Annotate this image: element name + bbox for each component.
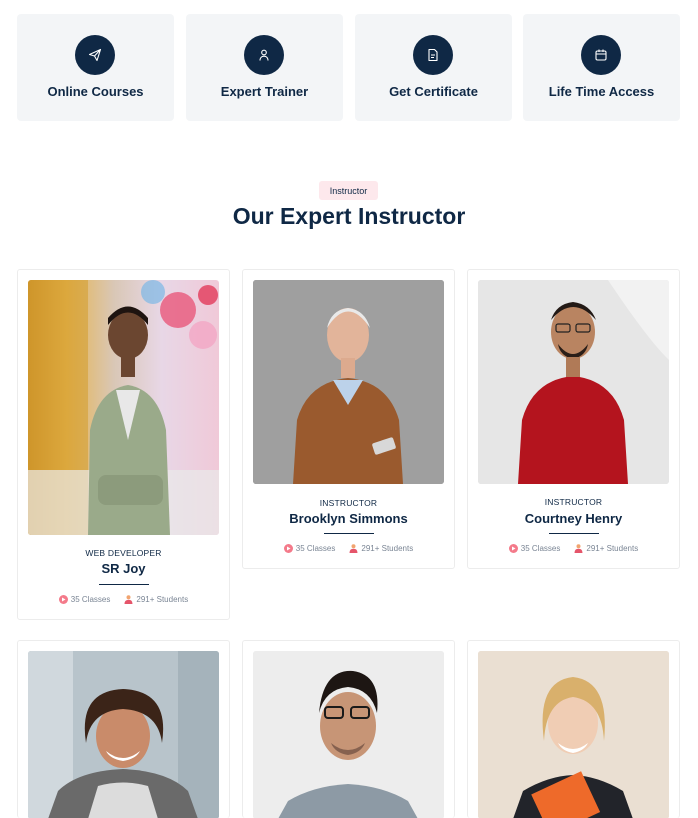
paper-plane-icon	[75, 35, 115, 75]
feature-online-courses[interactable]: Online Courses	[17, 14, 174, 121]
instructor-card[interactable]: INSTRUCTOR Brooklyn Simmons 35 Classes 2…	[242, 269, 455, 569]
student-icon	[349, 544, 358, 553]
classes-count: 35 Classes	[520, 544, 561, 553]
students-count: 291+ Students	[361, 544, 414, 553]
feature-label: Life Time Access	[548, 84, 655, 99]
instructor-stats: 35 Classes 291+ Students	[468, 544, 679, 553]
user-icon	[244, 35, 284, 75]
instructor-stats: 35 Classes 291+ Students	[243, 544, 454, 553]
student-icon	[574, 544, 583, 553]
instructor-card[interactable]: WEB DEVELOPER SR Joy 35 Classes 291+ Stu…	[17, 269, 230, 620]
name-divider	[549, 533, 599, 534]
instructor-photo	[478, 651, 669, 818]
section-badge: Instructor	[319, 181, 378, 200]
feature-label: Get Certificate	[389, 84, 478, 99]
student-icon	[124, 595, 133, 604]
instructor-role: WEB DEVELOPER	[85, 548, 162, 558]
name-divider	[99, 584, 149, 585]
feature-label: Online Courses	[47, 84, 144, 99]
instructor-photo	[28, 280, 219, 535]
instructor-role: INSTRUCTOR	[544, 497, 603, 507]
instructor-card[interactable]: INSTRUCTOR Courtney Henry 35 Classes 291…	[467, 269, 680, 569]
instructor-role: INSTRUCTOR	[319, 498, 378, 508]
feature-label: Expert Trainer	[220, 84, 309, 99]
calendar-icon	[581, 35, 621, 75]
classes-stat: 35 Classes	[283, 544, 336, 553]
instructor-photo	[253, 280, 444, 484]
classes-count: 35 Classes	[70, 595, 111, 604]
instructor-photo	[478, 280, 669, 484]
instructor-card[interactable]	[467, 640, 680, 818]
classes-stat: 35 Classes	[58, 595, 111, 604]
instructor-stats: 35 Classes 291+ Students	[18, 595, 229, 604]
feature-get-certificate[interactable]: Get Certificate	[355, 14, 512, 121]
play-icon	[283, 544, 293, 553]
play-icon	[58, 595, 68, 604]
students-stat: 291+ Students	[124, 595, 188, 604]
instructor-photo	[253, 651, 444, 818]
instructor-name[interactable]: Courtney Henry	[468, 511, 679, 526]
students-stat: 291+ Students	[349, 544, 413, 553]
instructor-card[interactable]	[242, 640, 455, 818]
feature-life-time-access[interactable]: Life Time Access	[523, 14, 680, 121]
classes-count: 35 Classes	[295, 544, 336, 553]
instructor-card[interactable]	[17, 640, 230, 818]
instructor-photo	[28, 651, 219, 818]
instructor-name[interactable]: Brooklyn Simmons	[243, 511, 454, 526]
name-divider	[324, 533, 374, 534]
document-icon	[413, 35, 453, 75]
instructor-name[interactable]: SR Joy	[18, 561, 229, 576]
classes-stat: 35 Classes	[508, 544, 561, 553]
students-count: 291+ Students	[586, 544, 639, 553]
students-count: 291+ Students	[136, 595, 189, 604]
feature-expert-trainer[interactable]: Expert Trainer	[186, 14, 343, 121]
students-stat: 291+ Students	[574, 544, 638, 553]
features-row: Online Courses Expert Trainer Get Certif…	[17, 14, 680, 121]
section-title: Our Expert Instructor	[232, 203, 466, 229]
play-icon	[508, 544, 518, 553]
